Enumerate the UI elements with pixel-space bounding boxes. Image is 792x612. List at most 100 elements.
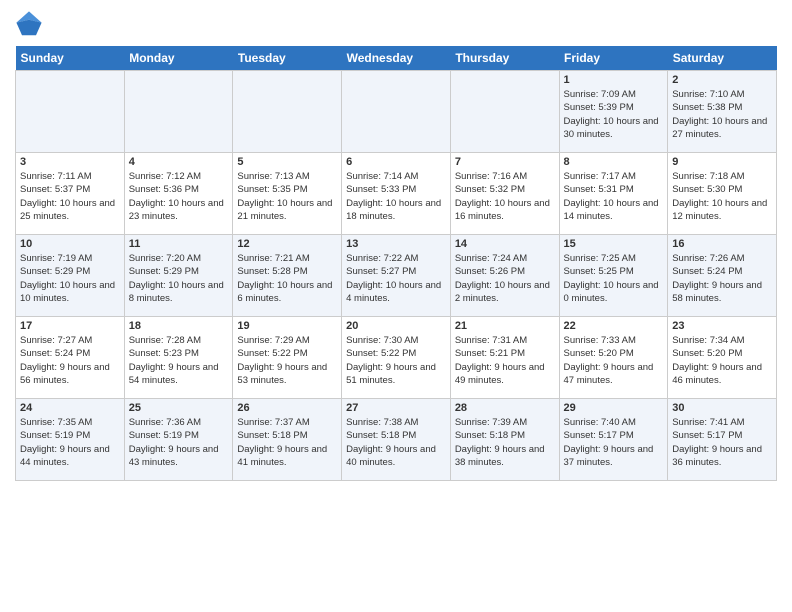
day-info-line: Daylight: 9 hours and 40 minutes. <box>346 443 446 470</box>
calendar-day: 1Sunrise: 7:09 AMSunset: 5:39 PMDaylight… <box>559 71 668 153</box>
calendar-day: 28Sunrise: 7:39 AMSunset: 5:18 PMDayligh… <box>450 399 559 481</box>
header-row: SundayMondayTuesdayWednesdayThursdayFrid… <box>16 46 777 71</box>
day-info-line: Sunset: 5:33 PM <box>346 183 446 196</box>
day-info-line: Sunset: 5:36 PM <box>129 183 229 196</box>
day-info-line: Daylight: 10 hours and 25 minutes. <box>20 197 120 224</box>
day-info-line: Sunrise: 7:28 AM <box>129 334 229 347</box>
calendar-day: 5Sunrise: 7:13 AMSunset: 5:35 PMDaylight… <box>233 153 342 235</box>
calendar-day: 21 Sunrise: 7:31 AMSunset: 5:21 PMDayligh… <box>450 317 559 399</box>
day-info: Sunrise: 7:26 AMSunset: 5:24 PMDaylight:… <box>672 252 772 305</box>
calendar-day: 23 Sunrise: 7:34 AMSunset: 5:20 PMDayligh… <box>668 317 777 399</box>
day-info-line: Sunset: 5:29 PM <box>20 265 120 278</box>
calendar-day: 17Sunrise: 7:27 AMSunset: 5:24 PMDayligh… <box>16 317 125 399</box>
day-info-line: Daylight: 9 hours and 51 minutes. <box>346 361 446 388</box>
day-info: Sunrise: 7:28 AMSunset: 5:23 PMDaylight:… <box>129 334 229 387</box>
day-info-line: Sunset: 5:27 PM <box>346 265 446 278</box>
day-info-line: Sunrise: 7:41 AM <box>672 416 772 429</box>
calendar-week-1: 3Sunrise: 7:11 AMSunset: 5:37 PMDaylight… <box>16 153 777 235</box>
calendar-day <box>124 71 233 153</box>
day-info-line: Sunrise: 7:21 AM <box>237 252 337 265</box>
day-number: 12 <box>237 238 337 250</box>
day-info-line: Sunset: 5:20 PM <box>564 347 664 360</box>
day-info-line: Daylight: 10 hours and 12 minutes. <box>672 197 772 224</box>
day-info-line: Sunrise: 7:40 AM <box>564 416 664 429</box>
day-info: Sunrise: 7:24 AMSunset: 5:26 PMDaylight:… <box>455 252 555 305</box>
day-number: 1 <box>564 74 664 86</box>
day-info: Sunrise: 7:10 AMSunset: 5:38 PMDaylight:… <box>672 88 772 141</box>
day-number: 23 <box>672 320 772 332</box>
day-info: Sunrise: 7:31 AMSunset: 5:21 PMDaylight:… <box>455 334 555 387</box>
day-info-line: Sunrise: 7:36 AM <box>129 416 229 429</box>
day-info-line: Sunrise: 7:33 AM <box>564 334 664 347</box>
day-info-line: Sunset: 5:22 PM <box>237 347 337 360</box>
day-info-line: Sunrise: 7:16 AM <box>455 170 555 183</box>
calendar-day: 29Sunrise: 7:40 AMSunset: 5:17 PMDayligh… <box>559 399 668 481</box>
page-container: SundayMondayTuesdayWednesdayThursdayFrid… <box>0 0 792 486</box>
calendar-day: 25Sunrise: 7:36 AMSunset: 5:19 PMDayligh… <box>124 399 233 481</box>
day-info-line: Sunrise: 7:11 AM <box>20 170 120 183</box>
day-info-line: Sunrise: 7:35 AM <box>20 416 120 429</box>
day-info-line: Daylight: 10 hours and 10 minutes. <box>20 279 120 306</box>
day-info-line: Daylight: 9 hours and 37 minutes. <box>564 443 664 470</box>
day-info-line: Sunrise: 7:19 AM <box>20 252 120 265</box>
day-info-line: Daylight: 10 hours and 16 minutes. <box>455 197 555 224</box>
day-info-line: Daylight: 10 hours and 18 minutes. <box>346 197 446 224</box>
day-info-line: Sunrise: 7:29 AM <box>237 334 337 347</box>
day-info: Sunrise: 7:11 AMSunset: 5:37 PMDaylight:… <box>20 170 120 223</box>
day-info-line: Sunset: 5:28 PM <box>237 265 337 278</box>
day-info-line: Sunrise: 7:34 AM <box>672 334 772 347</box>
day-info-line: Sunset: 5:19 PM <box>129 429 229 442</box>
day-info-line: Daylight: 10 hours and 8 minutes. <box>129 279 229 306</box>
day-header-friday: Friday <box>559 46 668 71</box>
day-number: 4 <box>129 156 229 168</box>
calendar-week-4: 24Sunrise: 7:35 AMSunset: 5:19 PMDayligh… <box>16 399 777 481</box>
day-info-line: Daylight: 10 hours and 6 minutes. <box>237 279 337 306</box>
day-info-line: Sunset: 5:24 PM <box>672 265 772 278</box>
day-info: Sunrise: 7:37 AMSunset: 5:18 PMDaylight:… <box>237 416 337 469</box>
day-info-line: Sunset: 5:23 PM <box>129 347 229 360</box>
calendar-day: 11Sunrise: 7:20 AMSunset: 5:29 PMDayligh… <box>124 235 233 317</box>
calendar-day: 22 Sunrise: 7:33 AMSunset: 5:20 PMDayligh… <box>559 317 668 399</box>
day-info-line: Sunset: 5:17 PM <box>564 429 664 442</box>
day-info-line: Sunrise: 7:09 AM <box>564 88 664 101</box>
calendar-day: 20Sunrise: 7:30 AMSunset: 5:22 PMDayligh… <box>342 317 451 399</box>
calendar-week-2: 10Sunrise: 7:19 AMSunset: 5:29 PMDayligh… <box>16 235 777 317</box>
day-info-line: Sunset: 5:39 PM <box>564 101 664 114</box>
day-info-line: Daylight: 10 hours and 21 minutes. <box>237 197 337 224</box>
calendar-day <box>16 71 125 153</box>
day-info-line: Daylight: 9 hours and 44 minutes. <box>20 443 120 470</box>
day-info-line: Daylight: 9 hours and 46 minutes. <box>672 361 772 388</box>
day-info-line: Sunrise: 7:14 AM <box>346 170 446 183</box>
day-info-line: Sunrise: 7:25 AM <box>564 252 664 265</box>
day-number: 21 <box>455 320 555 332</box>
day-info: Sunrise: 7:17 AMSunset: 5:31 PMDaylight:… <box>564 170 664 223</box>
day-info-line: Sunrise: 7:10 AM <box>672 88 772 101</box>
day-info: Sunrise: 7:41 AMSunset: 5:17 PMDaylight:… <box>672 416 772 469</box>
calendar-day <box>342 71 451 153</box>
calendar-day: 3Sunrise: 7:11 AMSunset: 5:37 PMDaylight… <box>16 153 125 235</box>
day-info-line: Daylight: 10 hours and 0 minutes. <box>564 279 664 306</box>
day-info-line: Sunset: 5:18 PM <box>346 429 446 442</box>
day-info: Sunrise: 7:34 AMSunset: 5:20 PMDaylight:… <box>672 334 772 387</box>
calendar-day: 12 Sunrise: 7:21 AMSunset: 5:28 PMDayligh… <box>233 235 342 317</box>
day-info-line: Daylight: 10 hours and 2 minutes. <box>455 279 555 306</box>
day-number: 26 <box>237 402 337 414</box>
day-info-line: Sunset: 5:22 PM <box>346 347 446 360</box>
day-info: Sunrise: 7:33 AMSunset: 5:20 PMDaylight:… <box>564 334 664 387</box>
day-info: Sunrise: 7:40 AMSunset: 5:17 PMDaylight:… <box>564 416 664 469</box>
day-info-line: Sunrise: 7:37 AM <box>237 416 337 429</box>
calendar-day: 13Sunrise: 7:22 AMSunset: 5:27 PMDayligh… <box>342 235 451 317</box>
day-info: Sunrise: 7:12 AMSunset: 5:36 PMDaylight:… <box>129 170 229 223</box>
day-info-line: Sunset: 5:26 PM <box>455 265 555 278</box>
day-number: 22 <box>564 320 664 332</box>
day-info-line: Sunset: 5:21 PM <box>455 347 555 360</box>
day-info: Sunrise: 7:19 AMSunset: 5:29 PMDaylight:… <box>20 252 120 305</box>
day-info-line: Sunrise: 7:20 AM <box>129 252 229 265</box>
day-info-line: Daylight: 10 hours and 14 minutes. <box>564 197 664 224</box>
day-number: 7 <box>455 156 555 168</box>
calendar-day: 30Sunrise: 7:41 AMSunset: 5:17 PMDayligh… <box>668 399 777 481</box>
page-header <box>15 10 777 38</box>
day-info-line: Sunrise: 7:13 AM <box>237 170 337 183</box>
day-info-line: Sunset: 5:38 PM <box>672 101 772 114</box>
day-number: 6 <box>346 156 446 168</box>
